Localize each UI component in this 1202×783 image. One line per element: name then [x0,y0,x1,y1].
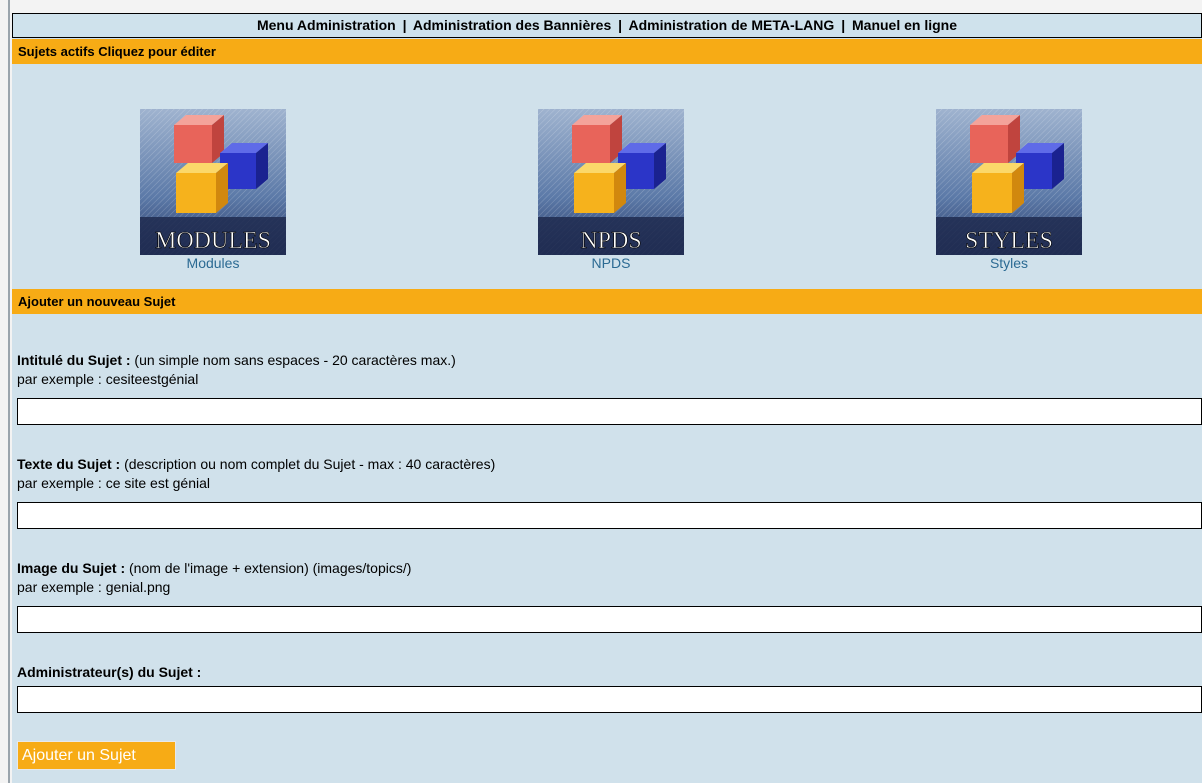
new-topic-heading: Ajouter un nouveau Sujet [12,289,1202,314]
topic-name-hint: (un simple nom sans espaces - 20 caractè… [130,352,456,368]
menu-link-bannieres[interactable]: Administration des Bannières [413,17,611,33]
topic-admins-label-title: Administrateur(s) du Sujet : [17,664,202,680]
topic-styles-image-text: STYLES [965,228,1053,254]
topic-npds-image-text: NPDS [580,228,641,254]
topic-npds-label[interactable]: NPDS [538,255,684,271]
topic-image-label-title: Image du Sujet : [17,560,126,576]
menu-separator: | [402,17,407,33]
topic-image-label: Image du Sujet : (nom de l'image + exten… [17,559,411,577]
admin-menu-bar: Menu Administration | Administration des… [12,13,1202,38]
left-edge-border [0,0,10,783]
topic-text-example: par exemple : ce site est génial [17,475,210,491]
add-topic-button[interactable]: Ajouter un Sujet [17,741,176,770]
topic-text-label: Texte du Sujet : (description ou nom com… [17,455,495,473]
topic-modules-image-text: MODULES [155,228,271,254]
topic-image-hint: (nom de l'image + extension) (images/top… [125,560,412,576]
topic-image-example: par exemple : genial.png [17,579,171,595]
topic-text-hint: (description ou nom complet du Sujet - m… [120,456,496,472]
topic-styles-label[interactable]: Styles [936,255,1082,271]
topic-modules-label[interactable]: Modules [140,255,286,271]
topic-name-label-title: Intitulé du Sujet : [17,352,131,368]
topic-styles-image: STYLES [936,109,1082,255]
menu-separator: | [841,17,846,33]
topic-name-input[interactable] [17,398,1202,425]
menu-link-administration[interactable]: Menu Administration [257,17,396,33]
active-topics-heading: Sujets actifs Cliquez pour éditer [12,39,1202,64]
menu-link-manuel[interactable]: Manuel en ligne [852,17,957,33]
topic-admins-input[interactable] [17,686,1202,713]
topic-modules[interactable]: MODULES Modules [140,109,286,271]
topic-admins-label: Administrateur(s) du Sujet : [17,663,201,681]
topic-name-example: par exemple : cesiteestgénial [17,371,199,387]
admin-panel: Menu Administration | Administration des… [12,13,1202,783]
topic-npds[interactable]: NPDS NPDS [538,109,684,271]
topic-text-input[interactable] [17,502,1202,529]
menu-separator: | [618,17,623,33]
topic-npds-image: NPDS [538,109,684,255]
topic-styles[interactable]: STYLES Styles [936,109,1082,271]
topic-image-input[interactable] [17,606,1202,633]
topic-modules-image: MODULES [140,109,286,255]
topic-name-label: Intitulé du Sujet : (un simple nom sans … [17,351,456,369]
topic-text-label-title: Texte du Sujet : [17,456,121,472]
menu-link-meta-lang[interactable]: Administration de META-LANG [628,17,834,33]
